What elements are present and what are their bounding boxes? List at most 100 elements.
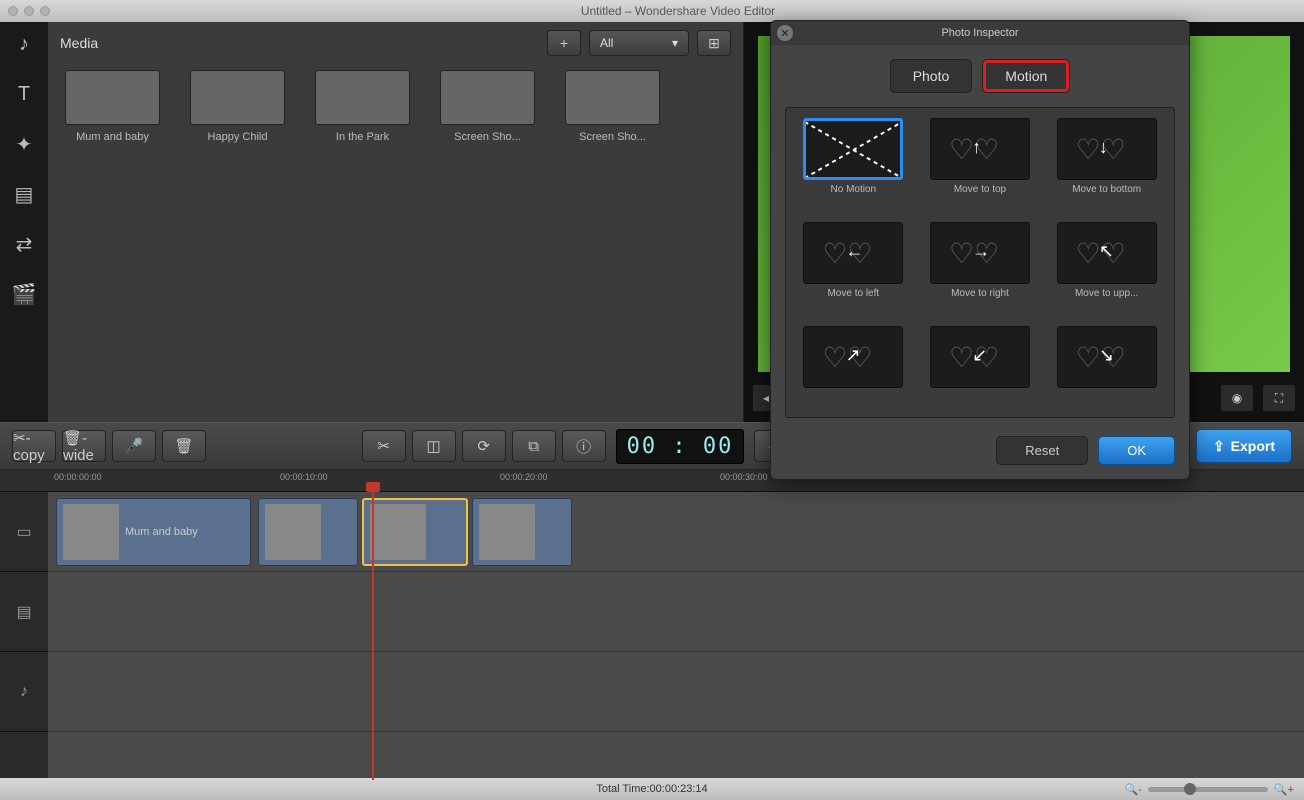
arrow-icon: ← [845, 241, 863, 262]
tool-media[interactable]: ♪ [10, 30, 38, 58]
media-thumbnail [65, 70, 160, 125]
motion-label: Move to right [930, 288, 1030, 299]
tab-photo[interactable]: Photo [890, 59, 973, 93]
tab-motion[interactable]: Motion [982, 59, 1070, 93]
motion-preset[interactable]: ↙ [923, 326, 1038, 407]
track-head-0[interactable]: ▭ [0, 492, 48, 572]
zoom-out-icon[interactable]: 🔍- [1125, 783, 1142, 796]
overlay-track[interactable] [48, 572, 1304, 652]
media-item[interactable]: In the Park [310, 70, 415, 143]
trash-button[interactable]: 🗑 [162, 430, 206, 462]
view-mode-button[interactable]: ⊞ [697, 30, 731, 56]
motion-thumbnail: ↙ [930, 326, 1030, 388]
media-item[interactable]: Screen Sho... [560, 70, 665, 143]
inspector-title: Photo Inspector [941, 27, 1018, 39]
media-filter-value: All [600, 36, 613, 50]
titlebar: Untitled – Wondershare Video Editor [0, 0, 1304, 22]
photo-inspector-dialog: ✕ Photo Inspector Photo Motion No Motion… [770, 20, 1190, 480]
media-thumbnail [315, 70, 410, 125]
motion-preset[interactable]: ↗ [796, 326, 911, 407]
media-caption: In the Park [310, 131, 415, 143]
playhead[interactable] [372, 492, 374, 780]
rotate-button[interactable]: ⟳ [462, 430, 506, 462]
clip-thumbnail [479, 504, 535, 560]
media-caption: Screen Sho... [435, 131, 540, 143]
video-track[interactable]: Mum and baby [48, 492, 1304, 572]
audio-track[interactable] [48, 652, 1304, 732]
motion-preset[interactable]: ← Move to left [796, 222, 911, 314]
motion-thumbnail: ↓ [1057, 118, 1157, 180]
snapshot-button[interactable]: ◉ [1220, 384, 1254, 412]
media-panel: Media + All▾ ⊞ Mum and baby Happy Child In… [48, 22, 744, 422]
clip[interactable] [258, 498, 358, 566]
zoom-slider[interactable] [1148, 787, 1268, 792]
motion-label: Move to left [803, 288, 903, 299]
motion-preset[interactable]: ↖Move to upp... [1049, 222, 1164, 314]
motion-thumbnail: ↗ [803, 326, 903, 388]
media-item[interactable]: Screen Sho... [435, 70, 540, 143]
clip-label: Mum and baby [125, 526, 198, 538]
tool-intro[interactable]: 🎬 [10, 280, 38, 308]
media-thumbnails: Mum and baby Happy Child In the Park Screen… [48, 64, 743, 149]
total-time: Total Time:00:00:23:14 [596, 783, 707, 795]
motion-preset[interactable]: ↓Move to bottom [1049, 118, 1164, 210]
add-media-button[interactable]: + [547, 30, 581, 56]
arrow-icon: ↑ [972, 137, 981, 158]
info-button[interactable]: ⓘ [562, 430, 606, 462]
voice-button[interactable]: 🎤 [112, 430, 156, 462]
clip[interactable] [362, 498, 468, 566]
crop-button[interactable]: ◫ [412, 430, 456, 462]
tool-effects[interactable]: ✦ [10, 130, 38, 158]
inspector-titlebar: ✕ Photo Inspector [771, 21, 1189, 45]
motion-thumbnail: → [930, 222, 1030, 284]
zoom-in-icon[interactable]: 🔍+ [1274, 783, 1294, 796]
media-thumbnail [565, 70, 660, 125]
reset-button[interactable]: Reset [996, 436, 1088, 465]
cut-button[interactable]: ✂ [362, 430, 406, 462]
media-filter-select[interactable]: All▾ [589, 30, 689, 56]
media-item[interactable]: Mum and baby [60, 70, 165, 143]
window-controls[interactable] [8, 6, 50, 16]
ruler-mark: 00:00:10:00 [280, 472, 328, 482]
statusbar: Total Time:00:00:23:14 🔍- 🔍+ [0, 778, 1304, 800]
ruler-mark: 00:00:00:00 [54, 472, 102, 482]
motion-label: No Motion [803, 184, 903, 195]
arrow-icon: ↘ [1099, 345, 1114, 366]
ok-button[interactable]: OK [1098, 436, 1175, 465]
tool-filters[interactable]: ⇄ [10, 230, 38, 258]
media-caption: Happy Child [185, 131, 290, 143]
track-heads: ▭▤♪ [0, 492, 48, 780]
delete-button[interactable]: 🗑-wide [62, 430, 106, 462]
tool-transitions[interactable]: ▤ [10, 180, 38, 208]
motion-thumbnail: ↘ [1057, 326, 1157, 388]
export-button[interactable]: ⇪Export [1196, 429, 1292, 463]
tracks-area[interactable]: Mum and baby [48, 492, 1304, 780]
motion-preset[interactable]: No Motion [796, 118, 911, 210]
motion-thumbnail: ↖ [1057, 222, 1157, 284]
motion-thumbnail: ← [803, 222, 903, 284]
arrow-icon: ↖ [1099, 241, 1114, 262]
tool-sidebar: ♪ T ✦ ▤ ⇄ 🎬 [0, 22, 48, 422]
clip[interactable] [472, 498, 572, 566]
media-label: Media [60, 35, 539, 51]
speed-button[interactable]: ⧉ [512, 430, 556, 462]
clip[interactable]: Mum and baby [56, 498, 251, 566]
fullscreen-button[interactable]: ⛶ [1262, 384, 1296, 412]
clip-thumbnail [63, 504, 119, 560]
media-item[interactable]: Happy Child [185, 70, 290, 143]
motion-preset[interactable]: ↑Move to top [923, 118, 1038, 210]
timecode-display: 00 : 00 [616, 429, 745, 464]
clip-thumbnail [370, 504, 426, 560]
track-head-2[interactable]: ♪ [0, 652, 48, 732]
close-icon[interactable]: ✕ [777, 25, 793, 41]
zoom-knob[interactable] [1184, 783, 1196, 795]
motion-preset[interactable]: → Move to right [923, 222, 1038, 314]
zoom-control[interactable]: 🔍- 🔍+ [1125, 783, 1294, 796]
arrow-icon: → [972, 241, 990, 262]
media-thumbnail [190, 70, 285, 125]
tool-text[interactable]: T [10, 80, 38, 108]
motion-preset[interactable]: ↘ [1049, 326, 1164, 407]
track-head-1[interactable]: ▤ [0, 572, 48, 652]
motion-thumbnail: ↑ [930, 118, 1030, 180]
copy-button[interactable]: ✂-copy [12, 430, 56, 462]
